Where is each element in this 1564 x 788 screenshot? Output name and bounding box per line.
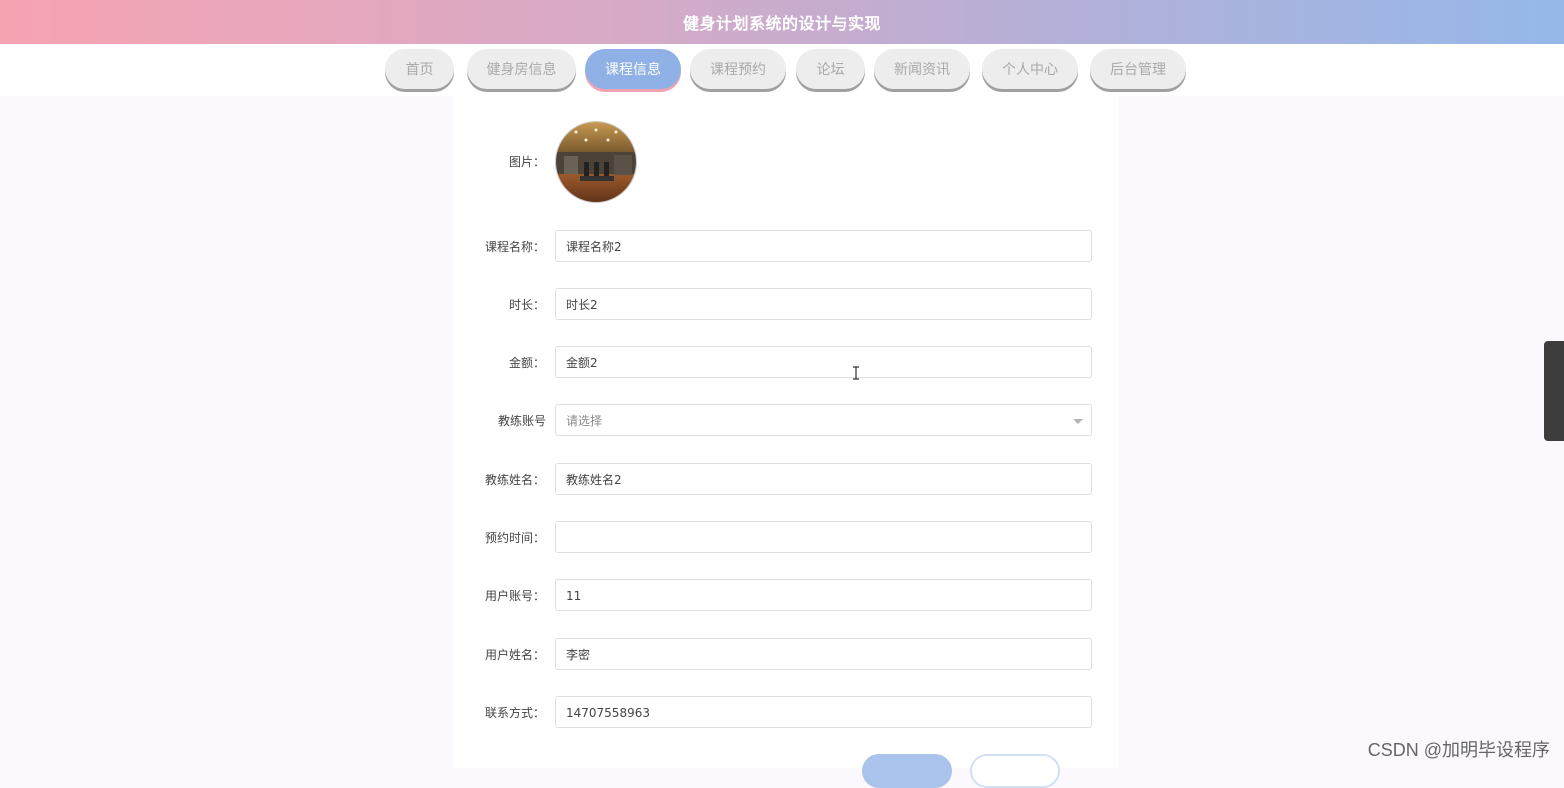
contact-field[interactable]: 14707558963 [555, 696, 1092, 728]
user-name-row: 用户姓名： 李密 [453, 638, 1119, 672]
duration-field[interactable]: 时长2 [555, 288, 1092, 320]
chevron-down-icon [1073, 419, 1083, 424]
app-header: 健身计划系统的设计与实现 [0, 0, 1564, 44]
duration-row: 时长： 时长2 [453, 288, 1119, 322]
coach-name-label: 教练姓名： [484, 473, 545, 487]
side-drawer-tab[interactable] [1544, 341, 1564, 441]
amount-field[interactable]: 金额2 [555, 346, 1092, 378]
user-account-row: 用户账号： 11 [453, 579, 1119, 613]
nav-item-admin[interactable]: 后台管理 [1090, 49, 1186, 89]
user-name-label: 用户姓名： [484, 648, 545, 662]
booking-time-label: 预约时间： [484, 531, 545, 545]
coach-account-row: 教练账号 请选择 [453, 404, 1119, 438]
contact-row: 联系方式： 14707558963 [453, 696, 1119, 730]
user-account-field[interactable]: 11 [555, 579, 1092, 611]
coach-name-field[interactable]: 教练姓名2 [555, 463, 1092, 495]
user-account-label: 用户账号： [484, 589, 545, 603]
nav-item-forum[interactable]: 论坛 [796, 49, 865, 89]
amount-label: 金额： [508, 356, 545, 370]
cancel-button[interactable] [970, 754, 1060, 788]
amount-row: 金额： 金额2 [453, 346, 1119, 380]
booking-time-field[interactable] [555, 521, 1092, 553]
contact-label: 联系方式： [484, 706, 545, 720]
course-name-row: 课程名称： 课程名称2 [453, 230, 1119, 264]
coach-account-label: 教练账号 [497, 414, 546, 428]
course-detail-form: 图片： 课程名称： 课程名称2 时长： 时长2 金额： 金额2 教练账号 请选择… [453, 96, 1119, 768]
image-row: 图片： [453, 145, 1119, 179]
nav-item-course-info[interactable]: 课程信息 [585, 49, 681, 89]
nav-item-personal-center[interactable]: 个人中心 [982, 49, 1078, 89]
user-name-field[interactable]: 李密 [555, 638, 1092, 670]
top-nav: 首页 健身房信息 课程信息 课程预约 论坛 新闻资讯 个人中心 后台管理 [0, 44, 1564, 96]
nav-item-news[interactable]: 新闻资讯 [874, 49, 970, 89]
nav-item-gym-info[interactable]: 健身房信息 [467, 49, 576, 89]
course-image [555, 121, 637, 203]
image-label: 图片： [508, 155, 545, 169]
duration-label: 时长： [508, 298, 545, 312]
nav-item-home[interactable]: 首页 [385, 49, 454, 89]
course-name-label: 课程名称： [484, 240, 545, 254]
coach-name-row: 教练姓名： 教练姓名2 [453, 463, 1119, 497]
course-name-field[interactable]: 课程名称2 [555, 230, 1092, 262]
submit-button[interactable] [862, 754, 952, 788]
coach-account-placeholder: 请选择 [566, 414, 603, 428]
app-title: 健身计划系统的设计与实现 [682, 14, 881, 33]
nav-item-course-booking[interactable]: 课程预约 [690, 49, 786, 89]
text-cursor-icon [853, 366, 859, 380]
gym-photo [556, 122, 636, 202]
watermark: CSDN @加明毕设程序 [1367, 740, 1550, 760]
coach-account-select[interactable]: 请选择 [555, 404, 1092, 436]
booking-time-row: 预约时间： [453, 521, 1119, 555]
